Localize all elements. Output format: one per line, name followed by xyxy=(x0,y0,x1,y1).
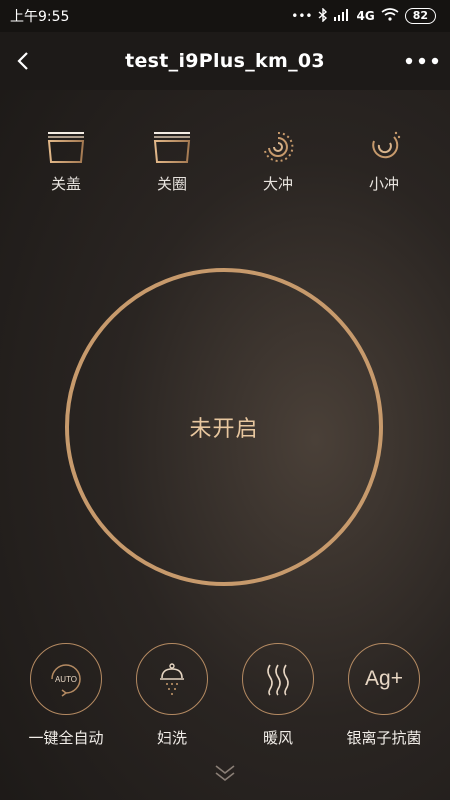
mode-warm-air[interactable]: 暖风 xyxy=(228,643,328,748)
mode-close-ring[interactable]: 关圈 xyxy=(132,129,212,194)
more-icon xyxy=(405,57,439,65)
top-mode-row: 关盖 关圈 大冲 小冲 xyxy=(0,125,450,205)
network-type: 4G xyxy=(356,9,375,23)
status-time: 上午9:55 xyxy=(10,9,70,25)
big-flush-icon xyxy=(264,131,294,162)
title-bar: test_i9Plus_km_03 xyxy=(0,32,450,90)
status-bar: 上午9:55 ••• 4G 82 xyxy=(0,0,450,32)
mode-small-flush[interactable]: 小冲 xyxy=(344,129,424,194)
mode-label: 小冲 xyxy=(368,175,399,193)
more-button[interactable] xyxy=(402,46,442,76)
chevron-left-icon xyxy=(17,52,28,70)
more-dots-icon: ••• xyxy=(291,9,313,23)
chevron-down-icon xyxy=(215,765,235,782)
wifi-icon xyxy=(381,8,399,24)
status-icons: ••• 4G 82 xyxy=(291,6,436,25)
mode-silver-ion[interactable]: Ag+ 银离子抗菌 xyxy=(334,643,434,748)
silver-ion-button[interactable]: Ag+ xyxy=(348,643,420,715)
page-title: test_i9Plus_km_03 xyxy=(125,50,325,72)
mode-auto[interactable]: AUTO 一键全自动 xyxy=(16,643,116,748)
bottom-mode-label: 一键全自动 xyxy=(28,729,104,747)
lid-icon xyxy=(47,132,85,163)
warm-air-icon xyxy=(267,664,289,696)
signal-icon xyxy=(334,8,350,24)
status-text: 未开启 xyxy=(189,417,259,442)
bottom-mode-row: AUTO 一键全自动 妇洗 暖风 Ag+ 银离子抗菌 xyxy=(0,643,450,753)
expand-button[interactable] xyxy=(210,762,240,786)
mode-feminine-wash[interactable]: 妇洗 xyxy=(122,643,222,748)
auto-icon: AUTO xyxy=(51,664,81,697)
bottom-mode-label: 银离子抗菌 xyxy=(346,729,422,747)
bottom-mode-label: 暖风 xyxy=(262,729,293,747)
seat-ring-icon xyxy=(153,132,191,163)
feminine-wash-icon xyxy=(160,663,184,695)
feminine-wash-button[interactable] xyxy=(136,643,208,715)
mode-label: 关圈 xyxy=(156,175,187,193)
status-ring[interactable]: 未开启 xyxy=(65,268,383,586)
back-button[interactable] xyxy=(8,46,38,76)
mode-label: 关盖 xyxy=(50,175,81,193)
warm-air-button[interactable] xyxy=(242,643,314,715)
bluetooth-icon xyxy=(318,6,328,25)
auto-icon-text: AUTO xyxy=(55,675,77,684)
bottom-mode-label: 妇洗 xyxy=(156,729,187,747)
silver-ion-icon: Ag+ xyxy=(365,667,403,690)
battery-icon: 82 xyxy=(404,8,436,24)
mode-label: 大冲 xyxy=(262,175,293,193)
small-flush-icon xyxy=(372,131,401,159)
mode-close-lid[interactable]: 关盖 xyxy=(26,129,106,194)
mode-big-flush[interactable]: 大冲 xyxy=(238,129,318,194)
auto-button[interactable]: AUTO xyxy=(30,643,102,715)
